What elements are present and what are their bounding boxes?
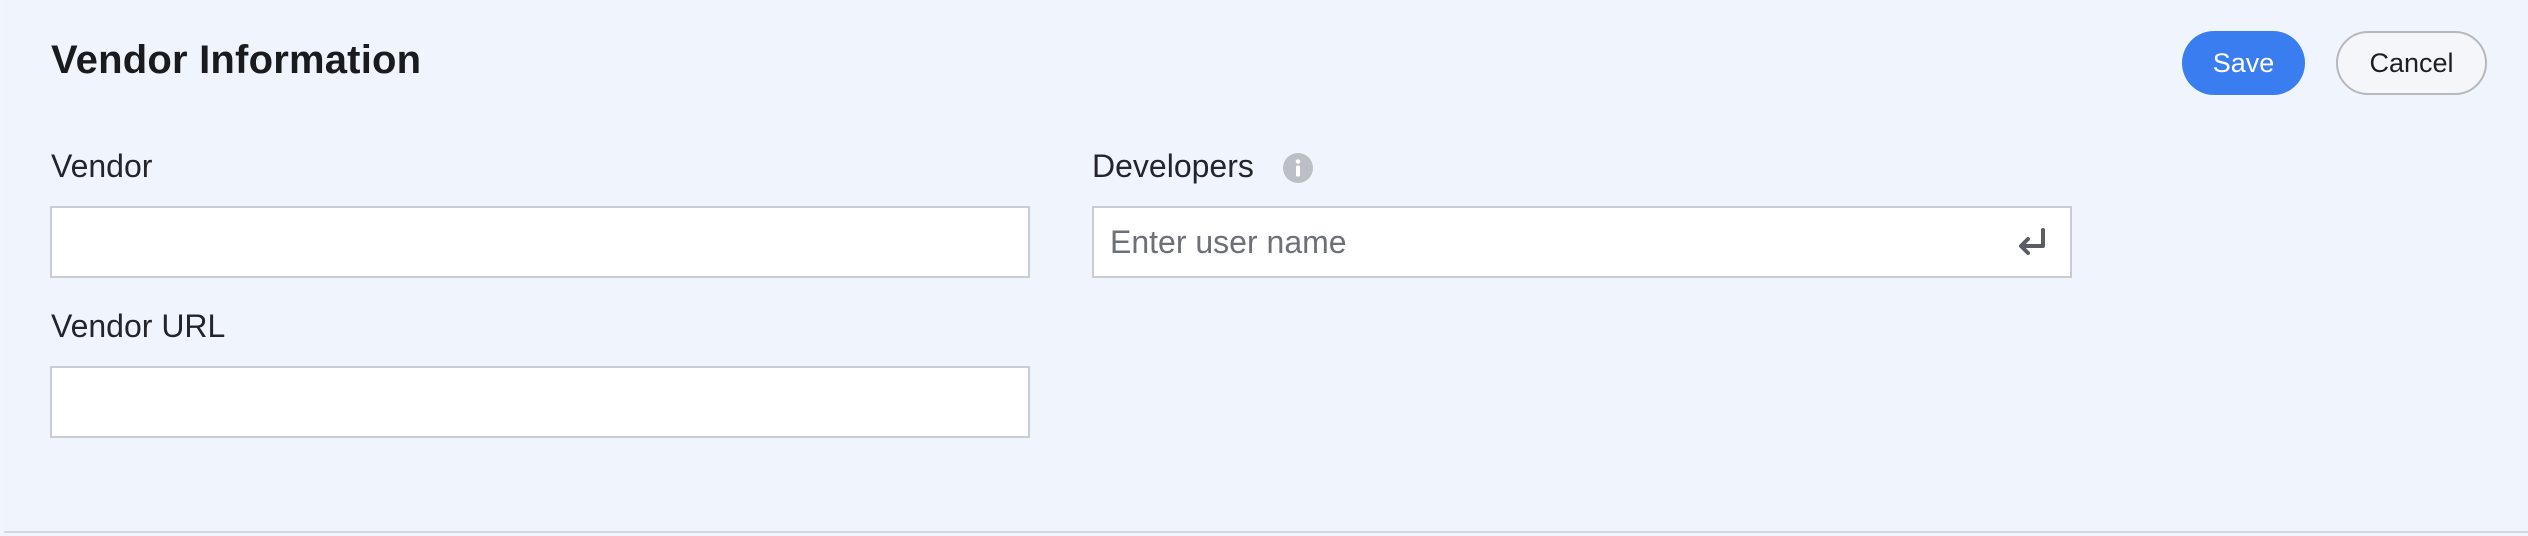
cancel-button[interactable]: Cancel — [2336, 31, 2487, 95]
page-title: Vendor Information — [51, 38, 422, 82]
vendor-url-label: Vendor URL — [51, 308, 226, 344]
save-button[interactable]: Save — [2182, 31, 2305, 95]
vendor-information-panel: Vendor Information Save Cancel Vendor Ve… — [4, 0, 2528, 533]
developers-input[interactable] — [1092, 206, 2072, 278]
info-icon[interactable] — [1282, 152, 1314, 184]
vendor-label: Vendor — [51, 148, 153, 184]
enter-return-icon[interactable] — [2012, 224, 2052, 264]
vendor-input[interactable] — [50, 206, 1030, 278]
developers-label: Developers — [1092, 148, 1254, 184]
vendor-url-input[interactable] — [50, 366, 1030, 438]
